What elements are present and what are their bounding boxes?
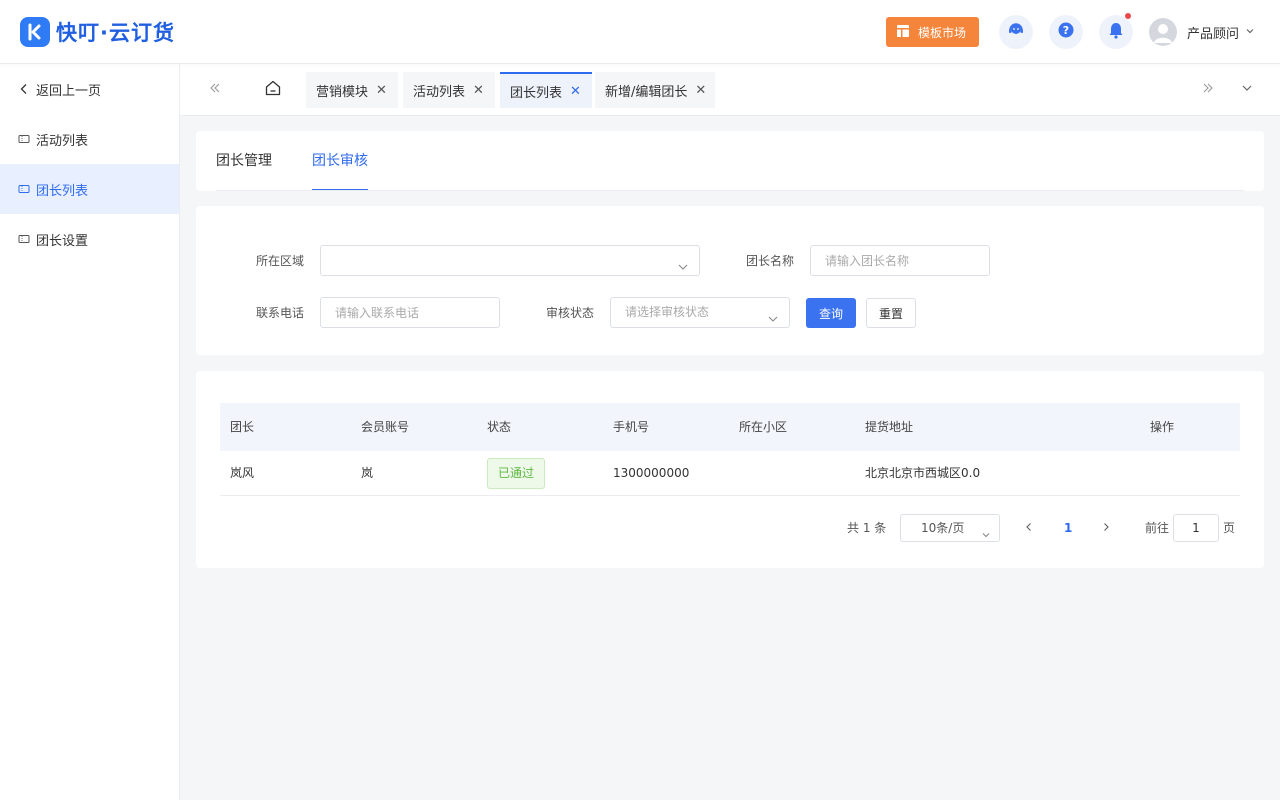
next-page-button[interactable]: [1099, 521, 1113, 535]
sidebar: 返回上一页 活动列表 团长列表 团长设置: [0, 64, 180, 800]
svg-text:?: ?: [1063, 24, 1069, 37]
column-header: 状态: [487, 420, 512, 434]
phone-label: 联系电话: [256, 306, 305, 320]
bell-icon: [1108, 21, 1124, 43]
help-icon: ?: [1057, 21, 1075, 43]
tab-marketing-module[interactable]: 营销模块 ✕: [306, 72, 398, 108]
chevron-down-icon: [677, 255, 689, 284]
filter-panel: 所在区域 团长名称 联系电话 审核状态 请选择审核状态 查询 重置: [196, 206, 1264, 355]
sidebar-item-label: 团长设置: [36, 233, 89, 249]
ticket-icon: [18, 133, 30, 145]
template-market-icon: [896, 24, 910, 41]
close-icon[interactable]: ✕: [376, 83, 387, 98]
template-market-label: 模板市场: [918, 25, 967, 40]
sidebar-item-activity-list[interactable]: 活动列表: [0, 114, 179, 164]
reset-button[interactable]: 重置: [866, 298, 916, 328]
close-icon[interactable]: ✕: [695, 83, 706, 98]
ticket-icon: [18, 183, 30, 195]
home-icon: [264, 79, 282, 101]
region-label: 所在区域: [256, 254, 305, 268]
divider: [216, 190, 1244, 191]
page-number-current[interactable]: 1: [1064, 514, 1072, 542]
goto-page-input[interactable]: [1173, 514, 1219, 542]
cell-account: 岚: [361, 466, 374, 480]
page-unit-label: 页: [1223, 521, 1236, 535]
tab-leader-list[interactable]: 团长列表 ✕: [500, 72, 592, 108]
tab-add-edit-leader[interactable]: 新增/编辑团长 ✕: [595, 72, 715, 108]
support-icon: [1007, 21, 1025, 43]
status-badge: 已通过: [487, 458, 546, 489]
chevron-down-icon: [981, 523, 991, 549]
leader-name-input[interactable]: [810, 245, 990, 276]
cell-phone: 1300000000: [613, 466, 690, 480]
column-header: 团长: [230, 420, 255, 434]
chevron-left-icon: [18, 83, 30, 95]
table-row[interactable]: 岚风 岚 已通过 1300000000 北京北京市西城区0.0: [220, 451, 1240, 496]
prev-page-button[interactable]: [1022, 521, 1036, 535]
table-header: 团长 会员账号 状态 手机号 所在小区 提货地址 操作: [220, 403, 1240, 451]
region-select[interactable]: [320, 245, 700, 276]
user-name: 产品顾问: [1187, 26, 1240, 42]
chevron-down-icon: [1241, 82, 1253, 98]
cell-leader: 岚风: [230, 466, 255, 480]
double-chevron-left-icon: [209, 82, 221, 98]
help-button[interactable]: ?: [1049, 15, 1083, 49]
tab-label: 新增/编辑团长: [605, 84, 688, 100]
tab-bar: 营销模块 ✕ 活动列表 ✕ 团长列表 ✕ 新增/编辑团长 ✕: [180, 64, 1280, 116]
column-header: 会员账号: [361, 420, 410, 434]
tab-label: 活动列表: [413, 84, 466, 100]
notification-button[interactable]: [1099, 13, 1133, 49]
phone-input[interactable]: [320, 297, 500, 328]
tab-label: 团长列表: [510, 85, 563, 101]
sidebar-item-leader-list[interactable]: 团长列表: [0, 164, 179, 214]
chevron-down-icon: [767, 307, 779, 336]
tab-leader-management[interactable]: 团长管理: [216, 131, 272, 191]
sidebar-item-leader-settings[interactable]: 团长设置: [0, 214, 179, 264]
app-logo[interactable]: 快叮·云订货: [20, 17, 175, 47]
page-size-value: 10条/页: [921, 521, 965, 535]
close-icon[interactable]: ✕: [570, 84, 581, 99]
leader-table-card: 团长 会员账号 状态 手机号 所在小区 提货地址 操作 岚风 岚 已通过 130…: [196, 371, 1264, 568]
top-header: 快叮·云订货 模板市场 ? 产品顾问: [0, 0, 1280, 64]
column-header: 手机号: [613, 420, 650, 434]
column-header: 操作: [1150, 420, 1175, 434]
tab-leader-review[interactable]: 团长审核: [312, 131, 368, 191]
avatar: [1149, 18, 1177, 46]
close-icon[interactable]: ✕: [473, 83, 484, 98]
template-market-button[interactable]: 模板市场: [886, 17, 979, 47]
tab-label: 营销模块: [316, 84, 369, 100]
review-status-select[interactable]: 请选择审核状态: [610, 297, 790, 328]
tab-activity-list[interactable]: 活动列表 ✕: [403, 72, 495, 108]
chevron-down-icon: [1245, 25, 1255, 40]
goto-label: 前往: [1145, 521, 1170, 535]
logo-text: 快叮·云订货: [56, 21, 175, 45]
sidebar-item-label: 活动列表: [36, 133, 89, 149]
pagination-total: 共 1 条: [847, 521, 887, 535]
tabs-scroll-right-button[interactable]: [1198, 80, 1218, 100]
review-status-label: 审核状态: [546, 306, 595, 320]
chevron-left-icon: [1024, 521, 1034, 535]
home-tab[interactable]: [263, 80, 283, 100]
cell-address: 北京北京市西城区0.0: [865, 466, 981, 480]
back-label: 返回上一页: [36, 83, 102, 99]
back-link[interactable]: 返回上一页: [0, 64, 179, 114]
double-chevron-right-icon: [1202, 82, 1214, 98]
logo-mark-icon: [20, 17, 50, 47]
leader-name-label: 团长名称: [746, 254, 795, 268]
chevron-right-icon: [1101, 521, 1111, 535]
column-header: 提货地址: [865, 420, 914, 434]
tabs-menu-button[interactable]: [1237, 80, 1257, 100]
user-menu[interactable]: 产品顾问: [1149, 18, 1255, 46]
column-header: 所在小区: [739, 420, 788, 434]
sub-tabs: 团长管理 团长审核: [196, 131, 1264, 191]
notification-dot: [1125, 13, 1131, 19]
query-button[interactable]: 查询: [806, 298, 856, 328]
pagination: 共 1 条 10条/页 1 前往 页: [196, 514, 1264, 542]
ticket-icon: [18, 233, 30, 245]
page-size-select[interactable]: 10条/页: [900, 514, 1000, 542]
review-status-placeholder: 请选择审核状态: [625, 305, 710, 319]
support-button[interactable]: [999, 15, 1033, 49]
tabs-scroll-left-button[interactable]: [205, 80, 225, 100]
sidebar-item-label: 团长列表: [36, 183, 89, 199]
